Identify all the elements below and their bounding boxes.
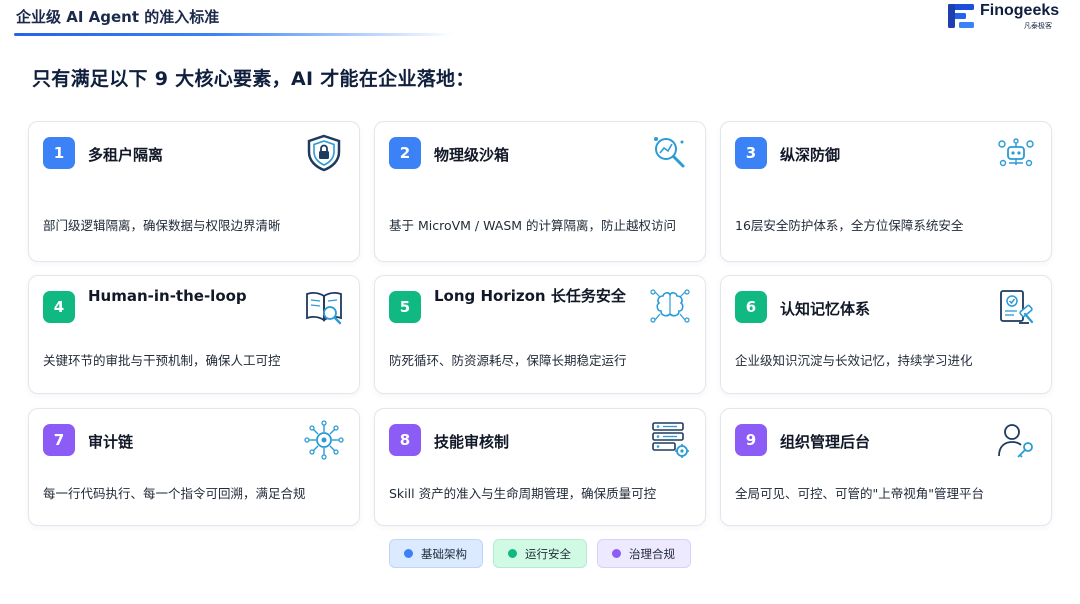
card-description: 部门级逻辑隔离，确保数据与权限边界清晰 — [43, 218, 281, 233]
card-title: Human-in-the-loop — [88, 287, 247, 305]
card-title: 物理级沙箱 — [434, 146, 510, 164]
card-number-badge: 5 — [389, 291, 421, 323]
section-heading: 只有满足以下 9 大核心要素，AI 才能在企业落地： — [32, 68, 475, 90]
card-description: 企业级知识沉淀与长效记忆，持续学习进化 — [735, 353, 973, 368]
card-number-badge: 9 — [735, 424, 767, 456]
gear-network-icon — [304, 420, 344, 460]
requirement-card: 6 认知记忆体系企业级知识沉淀与长效记忆，持续学习进化 — [720, 275, 1052, 394]
legend-label: 基础架构 — [421, 546, 467, 561]
brain-circuit-icon — [650, 289, 690, 323]
card-description: 16层安全防护体系，全方位保障系统安全 — [735, 218, 964, 233]
requirement-card: 9 组织管理后台全局可见、可控、可管的"上帝视角"管理平台 — [720, 408, 1052, 526]
card-description: 关键环节的审批与干预机制，确保人工可控 — [43, 353, 281, 368]
title-underline — [14, 33, 454, 36]
card-description: 全局可见、可控、可管的"上帝视角"管理平台 — [735, 486, 984, 501]
requirement-card: 8 技能审核制 Skill 资产的准入与生命周期管理，确保质量可控 — [374, 408, 706, 526]
card-title: 认知记忆体系 — [780, 300, 871, 318]
book-search-icon — [306, 292, 342, 325]
shield-lock-icon — [307, 134, 341, 172]
legend-item-infrastructure: 基础架构 — [389, 539, 483, 568]
requirement-card: 4 Human-in-the-loop 关键环节的审批与干预机制，确保人工可控 — [28, 275, 360, 394]
legend-label: 运行安全 — [525, 546, 571, 561]
robot-network-icon — [998, 138, 1034, 167]
card-title: 技能审核制 — [434, 433, 510, 451]
document-gavel-icon — [1000, 290, 1034, 324]
brand-logo: Finogeeks 凡泰极客 — [948, 2, 1059, 32]
requirement-card: 1 多租户隔离部门级逻辑隔离，确保数据与权限边界清晰 — [28, 121, 360, 262]
card-title: 纵深防御 — [780, 146, 841, 164]
brand-subname: 凡泰极客 — [1024, 22, 1052, 30]
card-number-badge: 3 — [735, 137, 767, 169]
requirement-card: 7 审计链每一行代码执行、每一个指令可回溯，满足合规 — [28, 408, 360, 526]
category-legend: 基础架构 运行安全 治理合规 — [389, 539, 691, 570]
magnifier-chart-icon — [654, 137, 685, 168]
card-title: 组织管理后台 — [780, 433, 871, 451]
card-number-badge: 6 — [735, 291, 767, 323]
legend-dot-blue-icon — [404, 549, 413, 558]
user-key-icon — [998, 424, 1033, 458]
legend-dot-green-icon — [508, 549, 517, 558]
card-description: 基于 MicroVM / WASM 的计算隔离，防止越权访问 — [389, 218, 677, 233]
server-gear-icon — [652, 422, 689, 458]
card-title: 多租户隔离 — [88, 146, 164, 164]
card-title: 审计链 — [88, 433, 134, 451]
legend-item-governance: 治理合规 — [597, 539, 691, 568]
brand-name: Finogeeks — [980, 2, 1060, 19]
requirement-card: 3 纵深防御 16层安全防护体系，全方位保障系统安全 — [720, 121, 1052, 262]
card-description: Skill 资产的准入与生命周期管理，确保质量可控 — [389, 486, 657, 501]
legend-label: 治理合规 — [629, 546, 675, 561]
card-title: Long Horizon 长任务安全 — [434, 287, 626, 305]
card-number-badge: 1 — [43, 137, 75, 169]
requirement-card: 2 物理级沙箱基于 MicroVM / WASM 的计算隔离，防止越权访问 — [374, 121, 706, 262]
card-number-badge: 4 — [43, 291, 75, 323]
card-description: 每一行代码执行、每一个指令可回溯，满足合规 — [43, 486, 306, 501]
card-number-badge: 2 — [389, 137, 421, 169]
legend-dot-purple-icon — [612, 549, 621, 558]
card-number-badge: 7 — [43, 424, 75, 456]
card-number-badge: 8 — [389, 424, 421, 456]
card-description: 防死循环、防资源耗尽，保障长期稳定运行 — [389, 353, 627, 368]
legend-item-runtime-security: 运行安全 — [493, 539, 587, 568]
finogeeks-logo-icon — [948, 4, 974, 28]
page-title: 企业级 AI Agent 的准入标准 — [16, 8, 220, 26]
requirement-card: 5 Long Horizon 长任务安全防死循环、防资源耗尽，保障长期稳定运行 — [374, 275, 706, 394]
